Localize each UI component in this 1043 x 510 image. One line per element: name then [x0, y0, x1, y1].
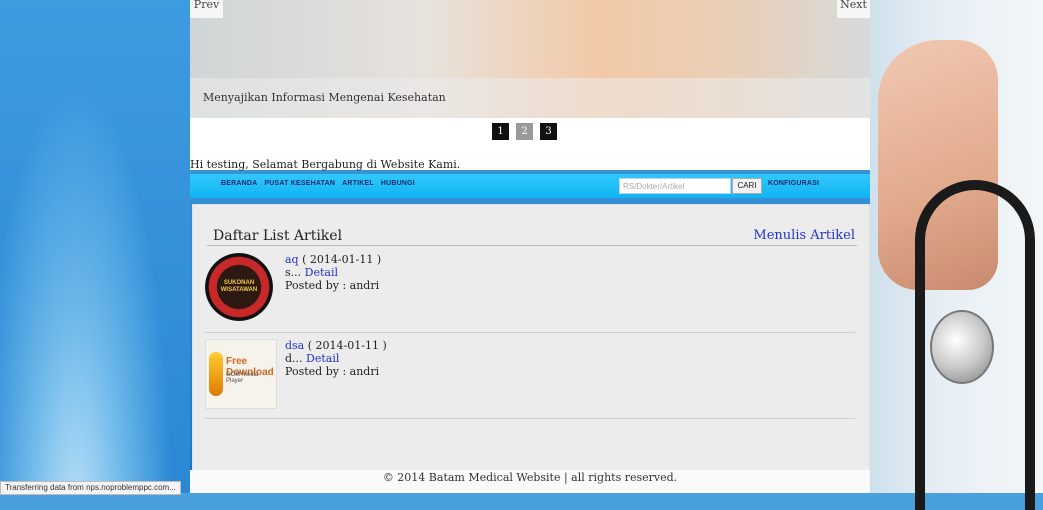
article-title-link[interactable]: dsa [285, 339, 304, 352]
stethoscope-head-image [930, 310, 994, 384]
article-item: Free Download GOM Media Player dsa ( 201… [205, 339, 855, 419]
article-meta: aq ( 2014-01-11 ) s... Detail Posted by … [285, 253, 381, 292]
welcome-message: Hi testing, Selamat Bergabung di Website… [190, 158, 461, 171]
article-list-title: Daftar List Artikel [213, 228, 343, 244]
nav-links: BERANDA PUSAT KESEHATAN ARTIKEL HUBUNGI [221, 180, 415, 187]
article-divider [205, 332, 855, 333]
nav-item-artikel[interactable]: ARTIKEL [342, 180, 374, 187]
search-button[interactable]: CARI [732, 178, 762, 194]
article-title-link[interactable]: aq [285, 253, 299, 266]
slider-pager: 1 2 3 [492, 123, 557, 140]
image-slider: Prev Next Menyajikan Informasi Mengenai … [190, 0, 870, 118]
pager-page-2[interactable]: 2 [516, 123, 533, 140]
background-globe [0, 0, 190, 493]
article-date: ( 2014-01-11 ) [307, 339, 387, 352]
article-excerpt: s... [285, 266, 302, 279]
thumb-badge-text: SUKONAN WISATAWAN [220, 280, 258, 293]
article-excerpt: d... [285, 352, 303, 365]
article-divider [205, 418, 855, 419]
thumb-dl-subtext: GOM Media Player [226, 372, 259, 384]
slider-prev-button[interactable]: Prev [190, 0, 223, 18]
article-list-panel: Daftar List Artikel Menulis Artikel SUKO… [192, 204, 870, 472]
article-date: ( 2014-01-11 ) [302, 253, 382, 266]
title-divider [207, 245, 857, 246]
article-author: Posted by : andri [285, 365, 380, 378]
slider-caption: Menyajikan Informasi Mengenai Kesehatan [203, 91, 446, 104]
article-item: SUKONAN WISATAWAN aq ( 2014-01-11 ) s...… [205, 253, 855, 333]
disc-graphic [209, 352, 223, 396]
badge-seal-icon[interactable]: SUKONAN WISATAWAN [205, 253, 273, 321]
nav-item-hubungi[interactable]: HUBUNGI [381, 180, 415, 187]
slider-next-button[interactable]: Next [837, 0, 870, 18]
nav-item-beranda[interactable]: BERANDA [221, 180, 257, 187]
write-article-link[interactable]: Menulis Artikel [753, 228, 855, 243]
search-input[interactable] [619, 178, 731, 194]
article-author: Posted by : andri [285, 279, 380, 292]
pager-page-3[interactable]: 3 [540, 123, 557, 140]
slider-caption-bar: Menyajikan Informasi Mengenai Kesehatan [190, 78, 870, 118]
article-detail-link[interactable]: Detail [306, 352, 339, 365]
download-icon[interactable]: Free Download GOM Media Player [205, 339, 277, 409]
nav-item-pusat-kesehatan[interactable]: PUSAT KESEHATAN [264, 180, 335, 187]
article-meta: dsa ( 2014-01-11 ) d... Detail Posted by… [285, 339, 387, 378]
main-nav-bar: BERANDA PUSAT KESEHATAN ARTIKEL HUBUNGI … [190, 174, 870, 198]
page-footer: © 2014 Batam Medical Website | all right… [190, 470, 870, 493]
config-link[interactable]: KONFIGURASI [768, 180, 819, 187]
article-detail-link[interactable]: Detail [305, 266, 338, 279]
main-container: Prev Next Menyajikan Informasi Mengenai … [190, 0, 870, 493]
pager-page-1[interactable]: 1 [492, 123, 509, 140]
